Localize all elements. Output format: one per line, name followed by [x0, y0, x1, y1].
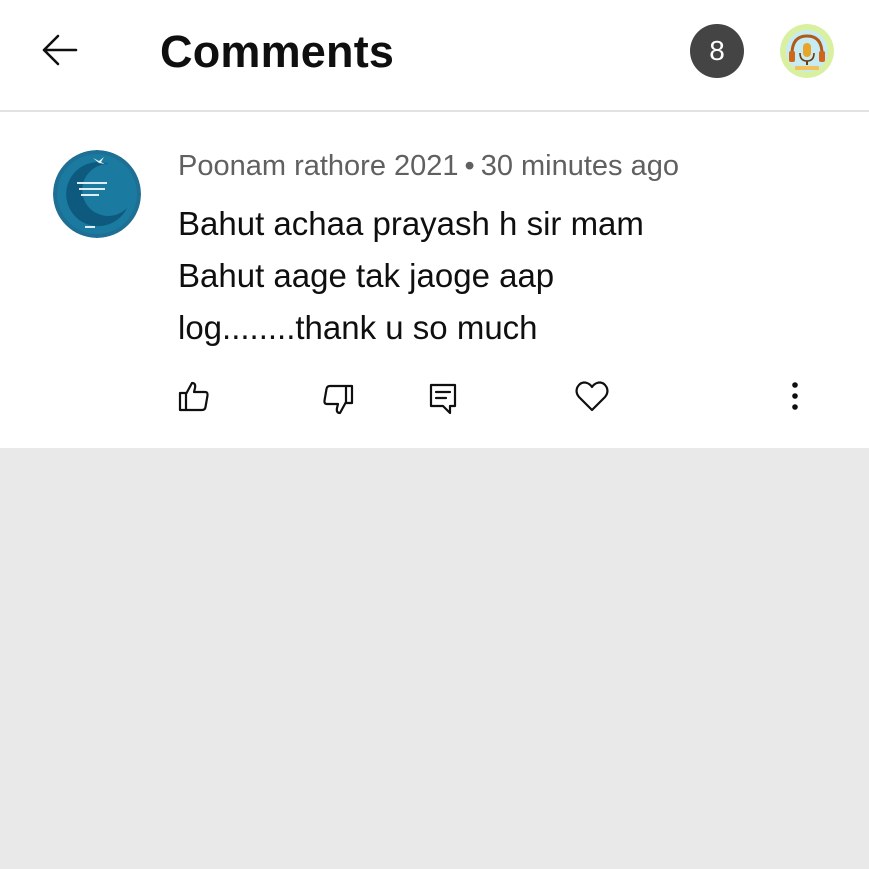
comment-item: Poonam rathore 2021 • 30 minutes ago Bahut… — [0, 112, 869, 448]
heart-button[interactable] — [570, 374, 614, 418]
commenter-avatar[interactable] — [53, 150, 141, 238]
back-button[interactable] — [30, 22, 90, 78]
headphones-mic-logo-icon — [780, 24, 834, 78]
comment-body: Bahut achaa prayash h sir mam Bahut aage… — [178, 198, 778, 354]
comment-line: log........thank u so much — [178, 309, 538, 346]
thumbs-down-icon — [323, 384, 354, 415]
channel-avatar[interactable] — [780, 24, 834, 78]
more-options-button[interactable] — [773, 374, 817, 418]
comment-timestamp: 30 minutes ago — [480, 150, 679, 182]
comment-meta: Poonam rathore 2021 • 30 minutes ago — [178, 150, 679, 183]
like-button[interactable] — [172, 374, 216, 418]
reply-button[interactable] — [421, 376, 465, 420]
app-header: Comments 8 — [0, 0, 869, 112]
comment-line: Bahut aage tak jaoge aap — [178, 257, 555, 294]
comment-author[interactable]: Poonam rathore 2021 — [178, 150, 459, 182]
thumbs-up-icon — [178, 381, 209, 412]
comments-screen: Comments 8 Poonam rathore 2021 • 30 minu… — [0, 0, 869, 869]
meta-separator: • — [464, 150, 475, 182]
comment-line: Bahut achaa prayash h sir mam — [178, 205, 644, 242]
arrow-left-icon — [42, 34, 78, 66]
dislike-button[interactable] — [316, 378, 360, 422]
more-vert-icon — [792, 382, 798, 410]
comment-count-badge: 8 — [690, 24, 744, 78]
heart-icon — [575, 381, 609, 412]
reply-icon — [429, 383, 457, 415]
page-title: Comments — [160, 26, 395, 77]
moon-bird-avatar-icon — [53, 150, 141, 238]
